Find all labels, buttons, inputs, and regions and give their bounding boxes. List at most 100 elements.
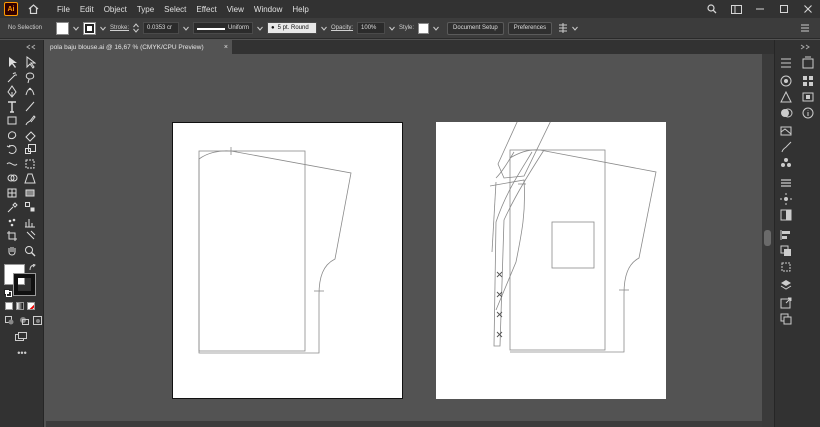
arrange-documents-icon[interactable] [558, 23, 568, 33]
stroke-weight-chevron-icon[interactable] [183, 26, 189, 31]
brushes-icon[interactable] [779, 140, 793, 154]
color-button[interactable] [5, 302, 13, 310]
rectangle-tool[interactable] [4, 114, 20, 127]
stroke-label[interactable]: Stroke: [110, 25, 129, 31]
document-tab[interactable]: pola baju blouse.ai @ 16,67 % (CMYK/CPU … [46, 40, 232, 54]
panel-menu-icon[interactable] [800, 24, 810, 32]
change-screen-mode-icon[interactable] [15, 332, 27, 342]
dock-collapse-icon[interactable] [775, 44, 820, 52]
brush-chevron-icon[interactable] [321, 26, 327, 31]
minimize-icon[interactable] [748, 0, 772, 18]
opacity-label[interactable]: Opacity: [331, 25, 353, 31]
pen-tool[interactable] [4, 85, 20, 98]
preferences-button[interactable]: Preferences [507, 21, 553, 35]
menu-window[interactable]: Window [249, 5, 287, 14]
fill-stroke-widget[interactable] [4, 264, 38, 298]
workspace-icon[interactable] [724, 0, 748, 18]
menu-file[interactable]: File [52, 5, 75, 14]
artboard-1[interactable] [172, 122, 403, 399]
draw-behind-icon[interactable] [19, 316, 29, 325]
curvature-tool[interactable] [22, 85, 38, 98]
menu-object[interactable]: Object [99, 5, 132, 14]
menu-select[interactable]: Select [159, 5, 191, 14]
artboard-2[interactable] [436, 97, 666, 399]
document-setup-button[interactable]: Document Setup [447, 21, 504, 35]
line-tool[interactable] [22, 100, 38, 113]
menu-view[interactable]: View [222, 5, 249, 14]
fill-dropdown-chevron-icon[interactable] [73, 26, 79, 31]
width-tool[interactable] [4, 158, 20, 171]
asset-export-icon[interactable] [779, 296, 793, 310]
opacity-input[interactable]: 100% [357, 22, 386, 34]
profile-chevron-icon[interactable] [257, 26, 263, 31]
home-icon[interactable] [26, 2, 40, 16]
blend-tool[interactable] [22, 201, 38, 214]
navigator-icon[interactable] [801, 90, 815, 104]
pathfinder-icon[interactable] [779, 244, 793, 258]
libraries-icon[interactable] [801, 56, 815, 70]
layers-icon[interactable] [779, 278, 793, 292]
menu-effect[interactable]: Effect [191, 5, 221, 14]
menu-help[interactable]: Help [287, 5, 313, 14]
graph-tool[interactable] [22, 216, 38, 229]
scale-tool[interactable] [22, 143, 38, 156]
paintbrush-tool[interactable] [22, 114, 38, 127]
info-icon[interactable] [801, 106, 815, 120]
align-icon[interactable] [779, 228, 793, 242]
symbols-icon[interactable] [779, 156, 793, 170]
edit-toolbar-button[interactable]: ••• [0, 348, 44, 358]
stroke-stepper-icon[interactable] [133, 23, 139, 33]
hand-tool[interactable] [4, 245, 20, 258]
rotate-tool[interactable] [4, 143, 20, 156]
shape-builder-tool[interactable] [4, 172, 20, 185]
draw-normal-icon[interactable] [5, 316, 15, 325]
fill-swatch[interactable] [56, 21, 69, 35]
eraser-tool[interactable] [22, 129, 38, 142]
style-chevron-icon[interactable] [433, 26, 439, 31]
symbol-sprayer-tool[interactable] [4, 216, 20, 229]
properties-panel-icon[interactable] [779, 56, 793, 70]
draw-inside-icon[interactable] [33, 316, 43, 325]
slice-tool[interactable] [22, 230, 38, 243]
artboards-icon[interactable] [779, 312, 793, 326]
menu-edit[interactable]: Edit [75, 5, 99, 14]
close-tab-icon[interactable]: × [224, 44, 228, 51]
stroke-weight-input[interactable]: 0.0353 cr [143, 22, 180, 34]
gradient-tool[interactable] [22, 187, 38, 200]
maximize-icon[interactable] [772, 0, 796, 18]
toolbar-collapse-icon[interactable] [0, 44, 44, 50]
artboard-tool[interactable] [4, 230, 20, 243]
stroke-dropdown-chevron-icon[interactable] [100, 26, 106, 31]
canvas-area[interactable] [46, 54, 762, 427]
lasso-tool[interactable] [22, 71, 38, 84]
variable-width-profile-select[interactable]: Uniform [193, 22, 254, 34]
brush-definition-select[interactable]: ● 5 pt. Round [267, 22, 318, 34]
swap-fill-stroke-icon[interactable] [29, 264, 37, 272]
eyedropper-tool[interactable] [4, 201, 20, 214]
transform-icon[interactable] [779, 260, 793, 274]
transparency-icon[interactable] [779, 208, 793, 222]
graphic-styles-icon[interactable] [779, 124, 793, 138]
selection-tool[interactable] [4, 56, 20, 69]
gradient-panel-icon[interactable] [779, 192, 793, 206]
free-transform-tool[interactable] [22, 158, 38, 171]
direct-selection-tool[interactable] [22, 56, 38, 69]
search-icon[interactable] [700, 0, 724, 18]
style-swatch[interactable] [418, 22, 430, 34]
stroke-swatch[interactable] [83, 21, 96, 35]
opacity-chevron-icon[interactable] [389, 26, 395, 31]
appearance-icon[interactable] [779, 106, 793, 120]
none-button[interactable] [27, 302, 35, 310]
close-window-icon[interactable] [796, 0, 820, 18]
scrollbar-thumb[interactable] [764, 230, 771, 246]
menu-type[interactable]: Type [132, 5, 159, 14]
default-fill-stroke-icon[interactable] [4, 289, 12, 297]
shaper-tool[interactable] [4, 129, 20, 142]
stroke-color-swatch[interactable] [13, 273, 36, 296]
color-guide-icon[interactable] [779, 90, 793, 104]
type-tool[interactable] [4, 100, 20, 113]
zoom-tool[interactable] [22, 245, 38, 258]
perspective-tool[interactable] [22, 172, 38, 185]
mesh-tool[interactable] [4, 187, 20, 200]
magic-wand-tool[interactable] [4, 71, 20, 84]
